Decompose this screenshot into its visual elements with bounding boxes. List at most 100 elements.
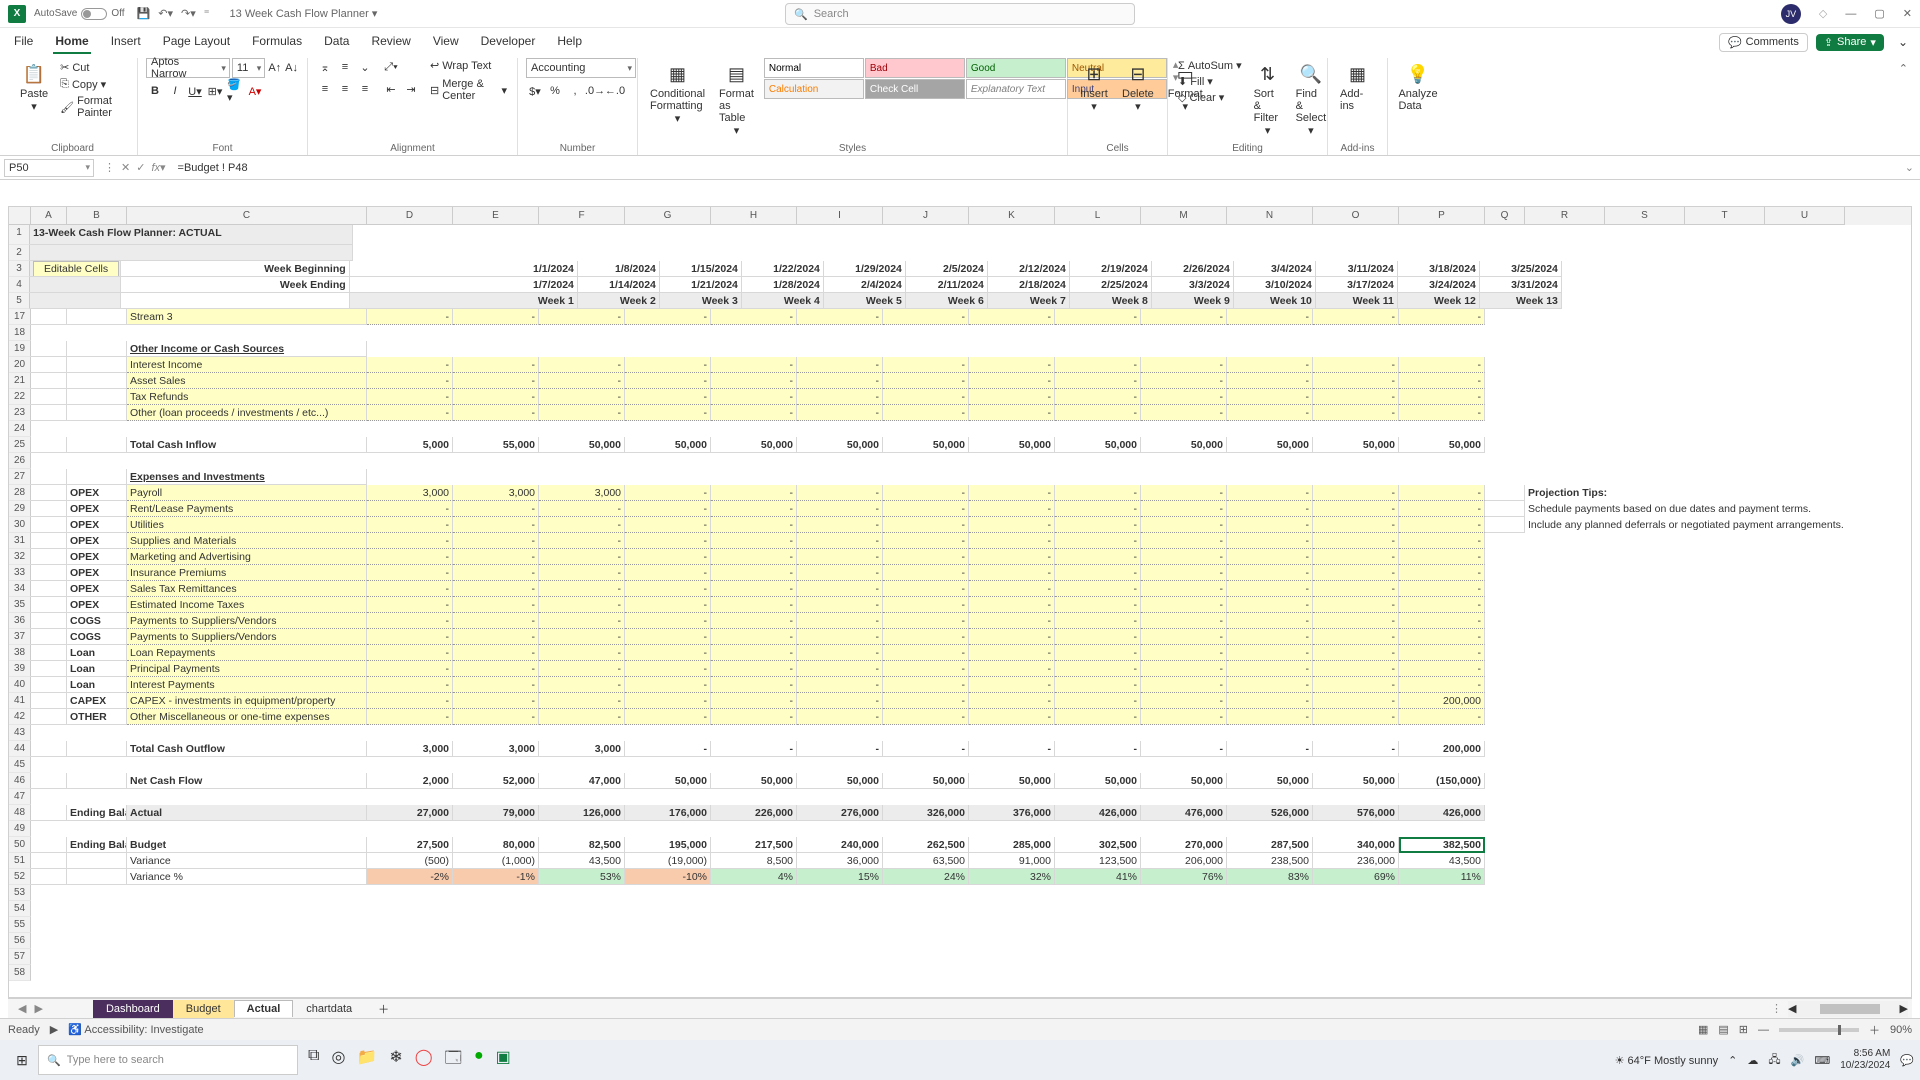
col-header-T[interactable]: T xyxy=(1685,207,1765,225)
col-header-E[interactable]: E xyxy=(453,207,539,225)
hscroll-left-icon[interactable]: ◀ xyxy=(1788,1002,1796,1015)
tray-cloud-icon[interactable]: ☁ xyxy=(1747,1054,1758,1067)
col-header-C[interactable]: C xyxy=(127,207,367,225)
align-bottom-icon[interactable]: ⌄ xyxy=(356,58,374,76)
fx-icon[interactable]: fx▾ xyxy=(151,161,165,174)
start-button[interactable]: ⊞ xyxy=(6,1044,38,1076)
tab-next-icon[interactable]: ▶ xyxy=(34,1002,42,1015)
comma-icon[interactable]: , xyxy=(566,82,584,100)
coming-soon-icon[interactable]: ◇ xyxy=(1819,7,1827,20)
style-good[interactable]: Good xyxy=(966,58,1066,78)
tray-sound-icon[interactable]: 🔊 xyxy=(1791,1054,1805,1067)
decrease-font-icon[interactable]: A↓ xyxy=(284,59,299,77)
merge-center-button[interactable]: ⊟ Merge & Center ▾ xyxy=(428,77,509,103)
align-middle-icon[interactable]: ≡ xyxy=(336,58,354,76)
col-header-K[interactable]: K xyxy=(969,207,1055,225)
menu-tab-view[interactable]: View xyxy=(431,30,461,54)
autosum-button[interactable]: Σ AutoSum ▾ xyxy=(1176,58,1244,73)
undo-icon[interactable]: ↶▾ xyxy=(158,7,173,20)
menu-tab-help[interactable]: Help xyxy=(555,30,584,54)
menu-tab-page-layout[interactable]: Page Layout xyxy=(161,30,232,54)
view-layout-icon[interactable]: ▤ xyxy=(1718,1023,1728,1036)
save-icon[interactable]: 💾 xyxy=(137,7,151,20)
clear-button[interactable]: ◇ Clear ▾ xyxy=(1176,90,1244,105)
col-header-A[interactable]: A xyxy=(31,207,67,225)
orientation-icon[interactable]: ⤢▾ xyxy=(382,58,400,76)
app-icon[interactable]: ❄ xyxy=(389,1047,402,1074)
col-header-L[interactable]: L xyxy=(1055,207,1141,225)
sheet-tab-budget[interactable]: Budget xyxy=(173,1000,234,1018)
bold-button[interactable]: B xyxy=(146,82,164,100)
col-header-D[interactable]: D xyxy=(367,207,453,225)
view-break-icon[interactable]: ⊞ xyxy=(1739,1023,1748,1036)
col-header-O[interactable]: O xyxy=(1313,207,1399,225)
tray-network-icon[interactable]: 🖧 xyxy=(1768,1051,1780,1070)
style-explanatory-text[interactable]: Explanatory Text xyxy=(966,79,1066,99)
italic-button[interactable]: I xyxy=(166,82,184,100)
zoom-level[interactable]: 90% xyxy=(1890,1024,1912,1036)
style-calculation[interactable]: Calculation xyxy=(764,79,864,99)
accessibility-status[interactable]: ♿ Accessibility: Investigate xyxy=(68,1023,203,1036)
enter-icon[interactable]: ✓ xyxy=(136,161,145,174)
formula-input[interactable]: =Budget ! P48 xyxy=(172,162,1899,174)
col-header-S[interactable]: S xyxy=(1605,207,1685,225)
cut-button[interactable]: ✂ Cut xyxy=(58,60,129,75)
collapse-ribbon-icon[interactable]: ⌃ xyxy=(1895,58,1912,155)
underline-button[interactable]: U▾ xyxy=(186,82,204,100)
menu-tab-formulas[interactable]: Formulas xyxy=(250,30,304,54)
share-button[interactable]: ⇪ Share ▾ xyxy=(1816,34,1884,51)
copilot-icon[interactable]: ◎ xyxy=(331,1047,345,1074)
format-painter-button[interactable]: 🖌 Format Painter xyxy=(58,94,129,120)
task-view-icon[interactable]: ⧉ xyxy=(308,1047,319,1074)
sheet-tab-actual[interactable]: Actual xyxy=(234,1000,294,1017)
autosave-toggle[interactable]: AutoSave Off xyxy=(34,8,125,20)
tab-options-icon[interactable]: ⋮ xyxy=(1771,1002,1782,1015)
menu-tab-insert[interactable]: Insert xyxy=(109,30,143,54)
indent-inc-icon[interactable]: ⇥ xyxy=(402,80,420,98)
tray-lang-icon[interactable]: ⌨ xyxy=(1814,1054,1830,1067)
explorer-icon[interactable]: 📁 xyxy=(357,1047,377,1074)
view-normal-icon[interactable]: ▦ xyxy=(1698,1023,1708,1036)
style-normal[interactable]: Normal xyxy=(764,58,864,78)
close-icon[interactable]: ✕ xyxy=(1903,7,1912,20)
sheet-tab-dashboard[interactable]: Dashboard xyxy=(93,1000,173,1018)
document-title[interactable]: 13 Week Cash Flow Planner ▾ xyxy=(230,7,378,20)
addins-button[interactable]: ▦Add-ins xyxy=(1336,58,1379,114)
insert-cells-button[interactable]: ⊞Insert▾ xyxy=(1076,58,1112,115)
col-header-G[interactable]: G xyxy=(625,207,711,225)
zoom-out-icon[interactable]: — xyxy=(1758,1024,1769,1036)
menu-tab-developer[interactable]: Developer xyxy=(479,30,538,54)
user-avatar[interactable]: JV xyxy=(1781,4,1801,24)
increase-font-icon[interactable]: A↑ xyxy=(267,59,282,77)
currency-icon[interactable]: $▾ xyxy=(526,82,544,100)
menu-tab-home[interactable]: Home xyxy=(53,30,90,54)
font-size-combo[interactable]: 11 xyxy=(232,58,265,78)
sheet-tab-chartdata[interactable]: chartdata xyxy=(293,1000,365,1018)
col-header-H[interactable]: H xyxy=(711,207,797,225)
percent-icon[interactable]: % xyxy=(546,82,564,100)
dec-decimal-icon[interactable]: ←.0 xyxy=(606,82,624,100)
redo-icon[interactable]: ↷▾ xyxy=(181,7,196,20)
minimize-icon[interactable]: — xyxy=(1845,8,1856,20)
zoom-in-icon[interactable]: ＋ xyxy=(1869,1022,1880,1038)
col-header-M[interactable]: M xyxy=(1141,207,1227,225)
macro-icon[interactable]: ▶ xyxy=(50,1023,58,1036)
analyze-data-button[interactable]: 💡Analyze Data xyxy=(1396,58,1440,114)
tray-chevron-icon[interactable]: ⌃ xyxy=(1728,1054,1737,1067)
align-right-icon[interactable]: ≡ xyxy=(356,80,374,98)
col-header-R[interactable]: R xyxy=(1525,207,1605,225)
paste-button[interactable]: 📋Paste▾ xyxy=(16,58,52,115)
name-box[interactable]: P50 xyxy=(4,159,94,177)
font-name-combo[interactable]: Aptos Narrow xyxy=(146,58,230,78)
col-header-F[interactable]: F xyxy=(539,207,625,225)
align-center-icon[interactable]: ≡ xyxy=(336,80,354,98)
find-select-button[interactable]: 🔍Find & Select▾ xyxy=(1292,58,1331,139)
hscroll-right-icon[interactable]: ▶ xyxy=(1900,1002,1908,1015)
fill-color-button[interactable]: 🪣▾ xyxy=(226,82,244,100)
excel-taskbar-icon[interactable]: ▣ xyxy=(496,1047,511,1074)
menu-tab-data[interactable]: Data xyxy=(322,30,351,54)
taskbar-search[interactable]: 🔍 Type here to search xyxy=(38,1045,298,1075)
maximize-icon[interactable]: ▢ xyxy=(1874,7,1884,20)
weather-widget[interactable]: ☀ 64°F Mostly sunny xyxy=(1615,1054,1719,1067)
ribbon-options-icon[interactable]: ⌄ xyxy=(1898,35,1908,49)
